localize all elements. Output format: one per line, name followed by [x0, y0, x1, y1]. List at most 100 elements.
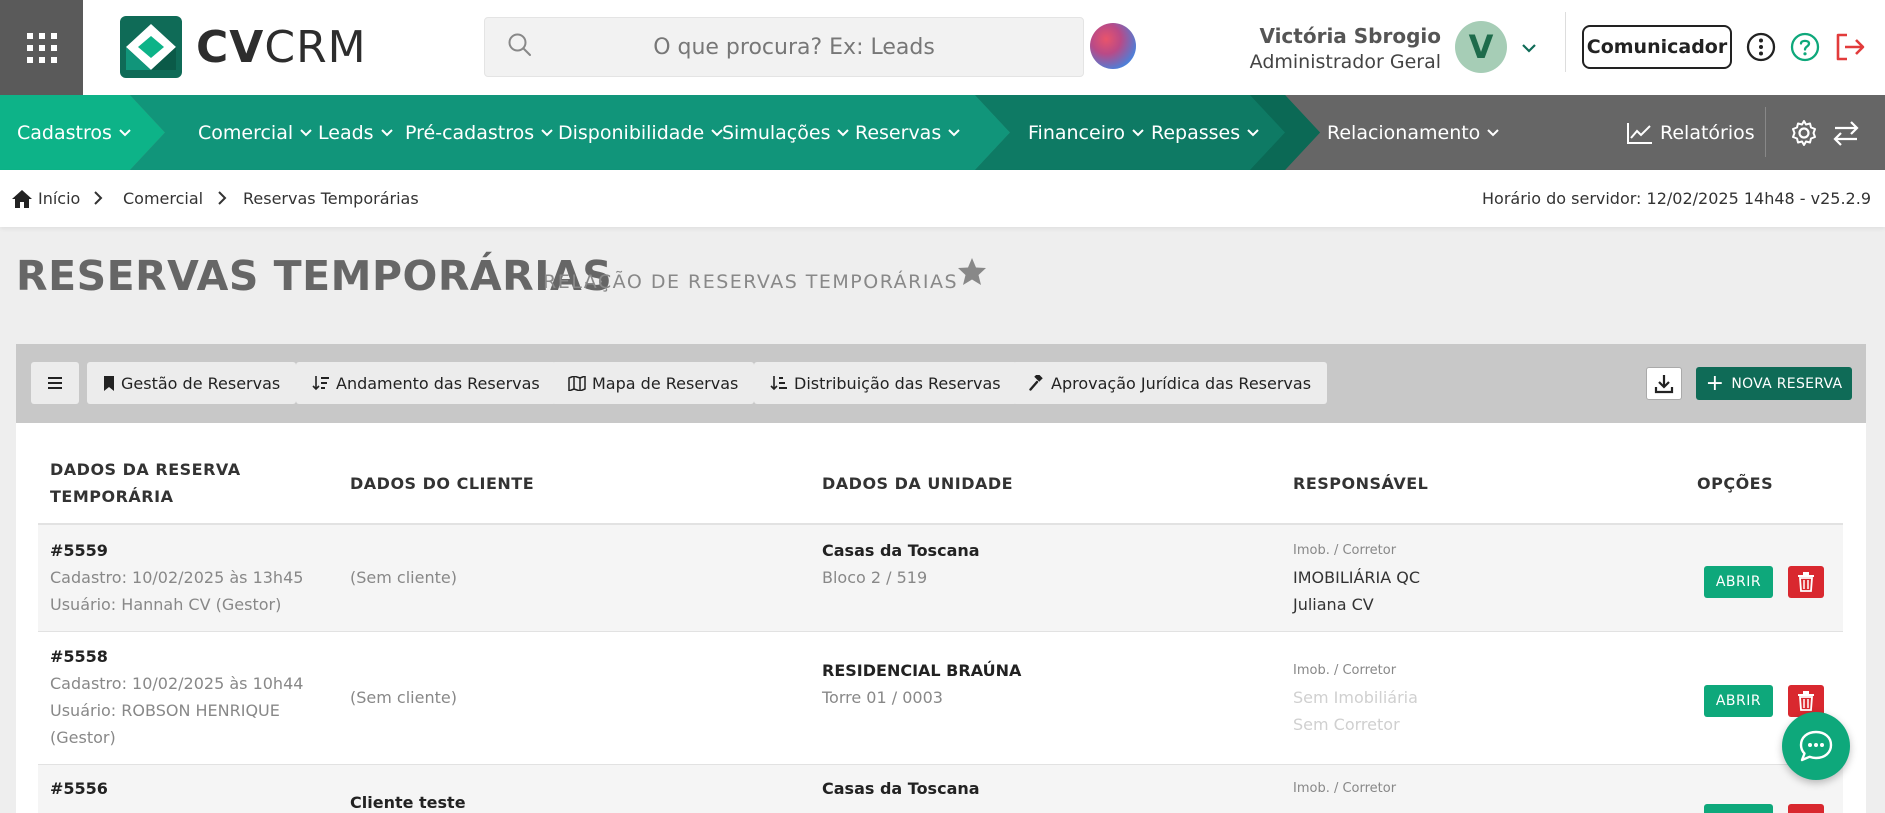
sort-icon	[770, 376, 787, 391]
gear-icon[interactable]	[1790, 119, 1818, 151]
nova-reserva-button[interactable]: + NOVA RESERVA	[1696, 367, 1852, 400]
chevron-down-icon[interactable]	[1520, 40, 1538, 59]
swap-arrows-icon[interactable]	[1832, 119, 1860, 151]
col-header-responsavel: RESPONSÁVEL	[1293, 474, 1429, 493]
reserva-usuario: Usuário: Hannah CV (Gestor)	[50, 595, 282, 614]
unidade-empreendimento: Casas da Toscana	[822, 541, 980, 560]
nav-relatorios[interactable]: Relatórios	[1626, 95, 1755, 170]
responsavel-imobiliaria: IMOBILIÁRIA QC	[1293, 568, 1421, 587]
top-header: CVCRM Victória Sbrogio Administrador Ger…	[0, 0, 1885, 95]
grid-icon	[26, 32, 57, 63]
col-header-unidade: DADOS DA UNIDADE	[822, 474, 1014, 493]
breadcrumb-home[interactable]: Início	[11, 170, 80, 227]
nav-relacionamento[interactable]: Relacionamento	[1327, 95, 1500, 170]
trash-icon	[1798, 572, 1814, 592]
tab-aprovacao-juridica[interactable]: Aprovação Jurídica das Reservas	[1013, 362, 1328, 404]
nav-leads[interactable]: Leads	[318, 95, 394, 170]
tab-gestao-reservas[interactable]: Gestão de Reservas	[87, 362, 297, 404]
nav-cadastros[interactable]: Cadastros	[17, 95, 132, 170]
search-input[interactable]	[485, 18, 1083, 76]
home-icon	[12, 189, 32, 208]
download-icon	[1654, 374, 1674, 393]
reserva-usuario: Usuário: ROBSON HENRIQUE	[50, 701, 280, 720]
reserva-usuario-role: (Gestor)	[50, 728, 116, 747]
chevron-down-icon	[119, 128, 131, 136]
abrir-button[interactable]	[1704, 804, 1773, 813]
table-row: #5556 Cliente teste Casas da Toscana Imo…	[38, 765, 1843, 813]
nav-pre-cadastros[interactable]: Pré-cadastros	[405, 95, 554, 170]
reserva-cadastro: Cadastro: 10/02/2025 às 13h45	[50, 568, 304, 587]
chat-button[interactable]	[1782, 712, 1850, 780]
abrir-button[interactable]: ABRIR	[1704, 685, 1773, 717]
unidade-bloco: Torre 01 / 0003	[822, 688, 943, 707]
responsavel-corretor: Sem Corretor	[1293, 715, 1400, 734]
help-icon[interactable]	[1790, 32, 1820, 66]
user-role: Administrador Geral	[1249, 51, 1441, 73]
gavel-icon	[1029, 375, 1043, 391]
responsavel-label: Imob. / Corretor	[1293, 543, 1397, 558]
cliente-nome: Cliente teste	[350, 793, 466, 812]
reserva-id[interactable]: #5559	[50, 537, 108, 564]
chevron-right-icon	[216, 190, 228, 210]
assistant-orb-button[interactable]	[1090, 23, 1136, 69]
breadcrumb-current: Reservas Temporárias	[243, 189, 419, 208]
more-options-icon[interactable]	[1746, 32, 1776, 66]
app-logo[interactable]: CVCRM	[120, 16, 367, 78]
reserva-id[interactable]: #5556	[50, 775, 108, 802]
nav-reservas[interactable]: Reservas	[855, 95, 961, 170]
reserva-id[interactable]: #5558	[50, 643, 108, 670]
map-icon	[568, 375, 586, 391]
menu-button[interactable]	[31, 362, 79, 404]
chevron-down-icon	[837, 128, 850, 136]
col-header-cliente: DADOS DO CLIENTE	[350, 474, 535, 493]
download-button[interactable]	[1646, 367, 1682, 400]
user-info[interactable]: Victória Sbrogio Administrador Geral	[1250, 24, 1441, 73]
divider	[1565, 12, 1566, 72]
server-time: Horário do servidor: 12/02/2025 14h48 - …	[1482, 189, 1871, 208]
trash-icon	[1798, 691, 1814, 711]
bookmark-icon	[104, 375, 114, 391]
page-subtitle: RELAÇÃO DE RESERVAS TEMPORÁRIAS	[543, 271, 959, 293]
breadcrumb: Início Comercial Reservas Temporárias Ho…	[0, 170, 1885, 227]
cliente-nome: (Sem cliente)	[350, 568, 457, 587]
chevron-down-icon	[1132, 128, 1144, 136]
chat-bubble-icon	[1799, 730, 1833, 762]
chevron-down-icon	[948, 128, 960, 136]
responsavel-corretor: Juliana CV	[1293, 595, 1374, 614]
nav-simulacoes[interactable]: Simulações	[722, 95, 850, 170]
nav-comercial[interactable]: Comercial	[198, 95, 313, 170]
chevron-down-icon	[1247, 128, 1259, 136]
tab-distribuicao-reservas[interactable]: Distribuição das Reservas	[754, 362, 1017, 404]
tab-andamento-reservas[interactable]: Andamento das Reservas	[296, 362, 556, 404]
nav-repasses[interactable]: Repasses	[1151, 95, 1260, 170]
sort-icon	[312, 376, 329, 391]
logo-mark	[120, 16, 182, 78]
plus-icon: +	[1705, 371, 1725, 396]
table-row: #5559 Cadastro: 10/02/2025 às 13h45 Usuá…	[38, 525, 1843, 632]
chevron-right-icon	[92, 190, 104, 210]
nav-disponibilidade[interactable]: Disponibilidade	[558, 95, 724, 170]
chevron-down-icon	[300, 128, 312, 136]
logo-text: CVCRM	[196, 21, 367, 73]
tab-mapa-reservas[interactable]: Mapa de Reservas	[552, 362, 755, 404]
responsavel-imobiliaria: Sem Imobiliária	[1293, 688, 1418, 707]
avatar[interactable]: V	[1455, 21, 1507, 73]
delete-button[interactable]	[1788, 804, 1824, 813]
chart-line-icon	[1627, 122, 1652, 144]
chevron-down-icon	[380, 128, 393, 136]
breadcrumb-comercial[interactable]: Comercial	[123, 170, 203, 227]
delete-button[interactable]	[1788, 566, 1824, 598]
comunicador-button[interactable]: Comunicador	[1582, 25, 1732, 69]
abrir-button[interactable]: ABRIR	[1704, 566, 1773, 598]
nav-financeiro[interactable]: Financeiro	[1028, 95, 1145, 170]
chevron-down-icon	[1487, 128, 1500, 136]
page-title: RESERVAS TEMPORÁRIAS	[16, 252, 613, 300]
table-row: #5558 Cadastro: 10/02/2025 às 10h44 Usuá…	[38, 632, 1843, 765]
col-header-reserva: DADOS DA RESERVA TEMPORÁRIA	[50, 460, 241, 506]
chevron-down-icon	[541, 128, 553, 136]
responsavel-label: Imob. / Corretor	[1293, 781, 1397, 796]
col-header-opcoes: OPÇÕES	[1697, 474, 1774, 493]
apps-menu-button[interactable]	[0, 0, 83, 95]
favorite-star-icon[interactable]	[957, 257, 987, 290]
logout-icon[interactable]	[1834, 32, 1866, 66]
